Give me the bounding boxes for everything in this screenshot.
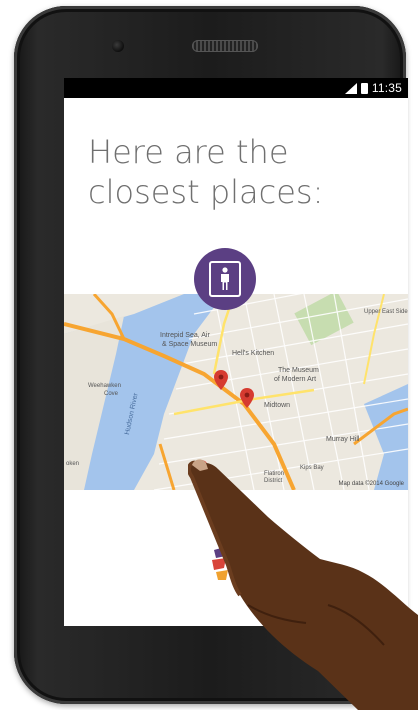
earpiece-speaker	[192, 40, 258, 52]
front-camera	[112, 40, 124, 52]
map-marker-2[interactable]	[240, 388, 254, 408]
page-title: Here are the closest places:	[88, 132, 388, 212]
phone-screen: 11:35 Here are the closest places: Intre…	[64, 78, 408, 626]
restroom-button[interactable]	[194, 248, 256, 310]
map-label-cove: Cove	[104, 391, 119, 397]
map-marker-3[interactable]	[194, 460, 208, 480]
map-label-midtown: Midtown	[264, 402, 291, 409]
status-time: 11:35	[371, 81, 402, 95]
map-label-murray-hill: Murray Hill	[326, 436, 360, 443]
signal-icon	[344, 82, 357, 94]
map-label-intrepid: Intrepid Sea, Air	[160, 332, 210, 339]
status-bar: 11:35	[64, 78, 408, 98]
map-label-oken: oken	[66, 461, 80, 467]
status-icons: 11:35	[344, 81, 402, 95]
phone-frame: 11:35 Here are the closest places: Intre…	[14, 6, 408, 704]
map-label-museum-2: of Modern Art	[274, 376, 317, 383]
map-attribution: Map data ©2014 Google	[338, 481, 404, 487]
map-label-museum-1: The Museum	[278, 367, 319, 374]
title-line-2: closest places:	[88, 173, 324, 211]
map-label-weehawken: Weehawken	[88, 383, 121, 389]
map-label-upper-east: Upper East Side	[364, 309, 408, 315]
map-view[interactable]: Intrepid Sea, Air & Space Museum Hell's …	[64, 294, 408, 490]
battery-icon	[360, 82, 368, 94]
map-marker-1[interactable]	[214, 370, 228, 390]
map-label-kips-bay: Kips Bay	[300, 465, 324, 471]
map-label-flatiron-district: District	[264, 478, 283, 484]
restroom-icon	[209, 261, 241, 297]
map-label-hells-kitchen: Hell's Kitchen	[232, 350, 275, 357]
title-line-1: Here are the	[88, 133, 289, 171]
app-logo-icon	[212, 546, 240, 580]
map-label-space-museum: & Space Museum	[162, 341, 218, 348]
